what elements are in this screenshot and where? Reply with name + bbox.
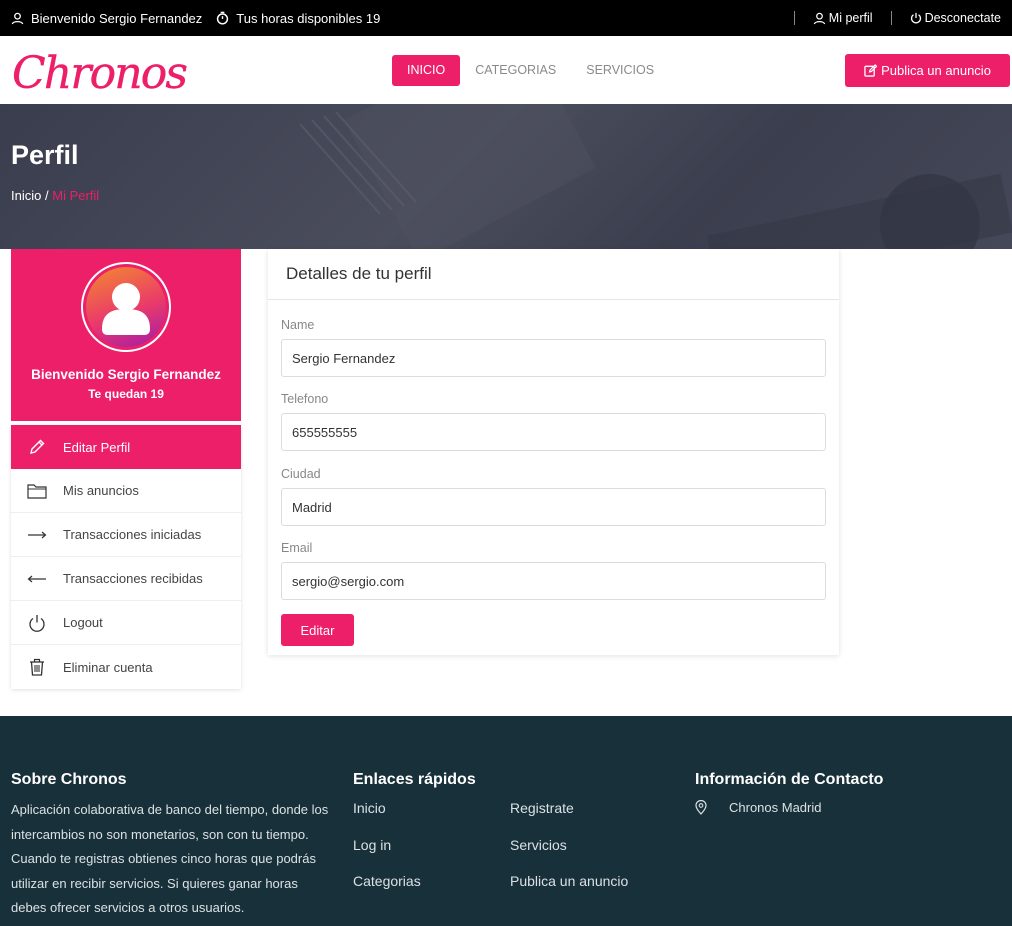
side-menu-logout[interactable]: Logout [11, 601, 241, 645]
side-menu-edit-profile[interactable]: Editar Perfil [11, 425, 241, 469]
breadcrumb-separator: / [44, 188, 49, 203]
footer-link-servicios[interactable]: Servicios [510, 837, 567, 853]
profile-details-panel: Detalles de tu perfil Name Telefono Ciud… [268, 249, 839, 655]
folder-icon [27, 483, 47, 499]
city-label: Ciudad [281, 467, 321, 481]
power-icon [29, 614, 45, 632]
phone-field-group: Telefono [281, 392, 826, 451]
profile-details-title: Detalles de tu perfil [268, 249, 839, 300]
side-menu-label: Transacciones recibidas [63, 571, 203, 586]
my-profile-link[interactable]: Mi perfil [813, 11, 873, 25]
name-input[interactable] [281, 339, 826, 377]
email-input[interactable] [281, 562, 826, 600]
phone-label: Telefono [281, 392, 329, 406]
trash-icon [30, 658, 44, 676]
topbar-hours: Tus horas disponibles 19 [236, 10, 381, 26]
side-menu-initiated-transactions[interactable]: Transacciones iniciadas [11, 513, 241, 557]
logout-label: Desconectate [924, 11, 1001, 25]
footer-link-login[interactable]: Log in [353, 837, 391, 853]
city-field-group: Ciudad [281, 467, 826, 526]
page-hero: Perfil Inicio / Mi Perfil [0, 104, 1012, 249]
side-menu-label: Mis anuncios [63, 483, 139, 498]
edit-square-icon [864, 64, 878, 77]
page-title: Perfil [11, 140, 79, 170]
top-bar: Bienvenido Sergio Fernandez Tus horas di… [0, 0, 1012, 36]
email-field-group: Email [281, 541, 826, 600]
footer-link-publish-ad[interactable]: Publica un anuncio [510, 873, 628, 889]
side-menu-label: Editar Perfil [63, 439, 131, 455]
footer-link-registrate[interactable]: Registrate [510, 800, 574, 816]
footer-link-categorias[interactable]: Categorias [353, 873, 421, 889]
footer-about-title: Sobre Chronos [11, 771, 127, 788]
footer-links-title: Enlaces rápidos [353, 771, 476, 788]
side-menu-label: Transacciones iniciadas [63, 527, 202, 542]
topbar-welcome: Bienvenido Sergio Fernandez [31, 10, 203, 26]
profile-side-menu: Editar Perfil Mis anuncios Transacciones… [11, 425, 241, 689]
profile-welcome: Bienvenido Sergio Fernandez [31, 367, 221, 382]
email-label: Email [281, 541, 313, 555]
logo-text: Chronos [12, 48, 188, 99]
breadcrumb-home[interactable]: Inicio [11, 188, 41, 203]
side-menu-received-transactions[interactable]: Transacciones recibidas [11, 557, 241, 601]
footer-about-text: Aplicación colaborativa de banco del tie… [11, 802, 329, 915]
map-pin-icon [695, 800, 707, 815]
divider [793, 11, 795, 25]
power-icon [910, 12, 921, 24]
hero-background-image [299, 104, 1012, 249]
logout-link[interactable]: Desconectate [910, 11, 1001, 25]
edit-profile-button[interactable]: Editar [281, 614, 354, 646]
footer-link-inicio[interactable]: Inicio [353, 800, 386, 816]
avatar [81, 262, 171, 352]
phone-input[interactable] [281, 413, 826, 451]
arrow-left-icon [27, 575, 46, 582]
city-input[interactable] [281, 488, 826, 526]
name-field-group: Name [281, 318, 826, 377]
user-silhouette-icon [102, 283, 150, 335]
arrow-right-icon [28, 531, 47, 538]
timer-icon [217, 11, 229, 25]
main-navbar: Chronos INICIO CATEGORIAS SERVICIOS Publ… [0, 36, 1012, 104]
profile-remaining-hours: Te quedan 19 [88, 387, 164, 401]
nav-inicio[interactable]: INICIO [392, 55, 461, 86]
pencil-icon [30, 439, 45, 454]
publish-ad-label: Publica un anuncio [881, 63, 991, 78]
avatar-image [86, 267, 166, 347]
breadcrumb-current: Mi Perfil [52, 188, 100, 203]
footer: Sobre Chronos Aplicación colaborativa de… [0, 716, 1012, 926]
contact-location-text: Chronos Madrid [729, 800, 822, 815]
side-menu-label: Eliminar cuenta [63, 659, 153, 675]
breadcrumb: Inicio / Mi Perfil [11, 188, 99, 203]
side-menu-my-ads[interactable]: Mis anuncios [11, 469, 241, 513]
profile-card: Bienvenido Sergio Fernandez Te quedan 19 [11, 249, 241, 421]
my-profile-label: Mi perfil [828, 11, 873, 25]
user-icon [11, 12, 24, 24]
nav-servicios[interactable]: SERVICIOS [571, 55, 669, 86]
chronos-logo[interactable]: Chronos [12, 44, 192, 100]
main-menu: INICIO CATEGORIAS SERVICIOS [392, 55, 669, 86]
side-menu-delete-account[interactable]: Eliminar cuenta [11, 645, 241, 689]
user-icon [813, 12, 826, 24]
footer-contact-title: Información de Contacto [695, 771, 884, 788]
name-label: Name [281, 318, 315, 332]
footer-contact-location: Chronos Madrid [695, 800, 822, 815]
nav-categorias[interactable]: CATEGORIAS [460, 55, 571, 86]
divider [890, 11, 892, 25]
side-menu-label: Logout [63, 615, 103, 630]
publish-ad-button[interactable]: Publica un anuncio [845, 54, 1010, 87]
